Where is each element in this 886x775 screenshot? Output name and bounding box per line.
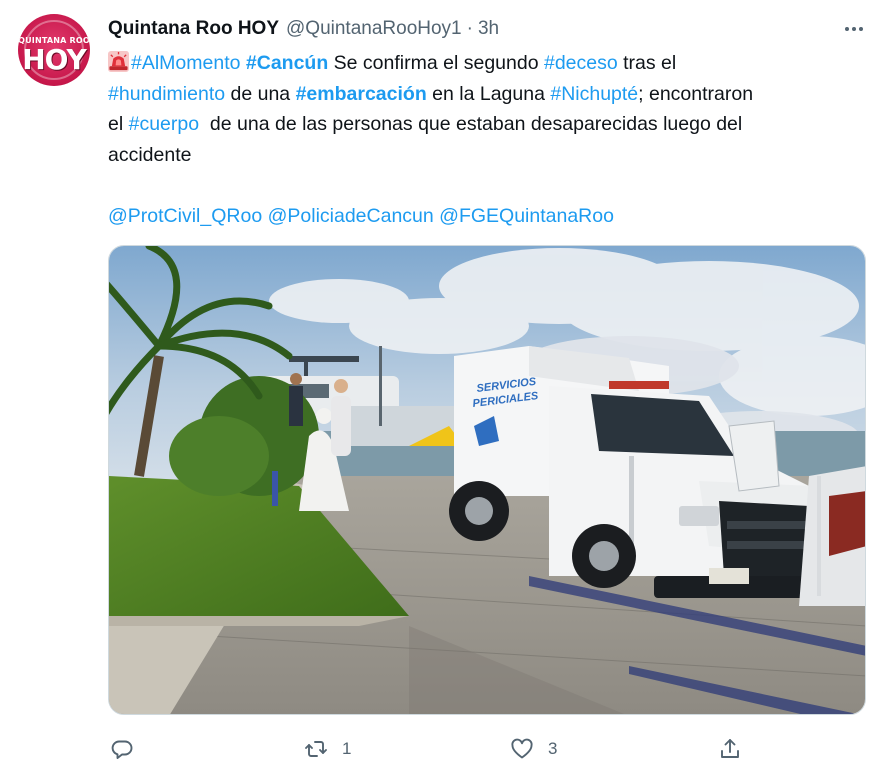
tweet-header: Quintana Roo HOY @QuintanaRooHoy1 · 3h xyxy=(108,17,499,41)
text-segment: Se confirma el segundo xyxy=(328,52,544,74)
reply-icon xyxy=(111,740,133,759)
more-dot xyxy=(852,27,856,31)
text-segment: tras el xyxy=(617,52,677,74)
separator-dot: · xyxy=(466,18,473,39)
text-segment: en la Laguna xyxy=(426,82,551,105)
text-segment: de una xyxy=(225,82,296,105)
text-line-3: el #cuerpo de una de las personas que es… xyxy=(108,109,878,140)
more-dot xyxy=(845,27,849,31)
tweet-photo[interactable]: SERVICIOS PERICIALES xyxy=(108,245,866,715)
hashtag-link[interactable]: #Nichupté xyxy=(550,83,638,105)
avatar-big-text: HOY xyxy=(22,43,87,76)
tweet-text: #AlMomento #Cancún Se confirma el segund… xyxy=(108,48,878,231)
tweet-card: QUINTANA ROO HOY Quintana Roo HOY @Quint… xyxy=(0,0,886,775)
share-button[interactable] xyxy=(718,734,742,764)
text-line-1: #AlMomento #Cancún Se confirma el segund… xyxy=(108,48,878,79)
hashtag-link[interactable]: #AlMomento xyxy=(131,52,240,74)
retweet-count: 1 xyxy=(342,739,352,758)
text-segment: el xyxy=(108,113,129,135)
siren-emoji-icon xyxy=(108,51,129,72)
text-segment: de una de las personas que estaban desap… xyxy=(199,113,743,135)
hashtag-link[interactable]: #cuerpo xyxy=(129,113,199,135)
more-icon[interactable] xyxy=(838,16,870,42)
display-name[interactable]: Quintana Roo HOY xyxy=(108,18,279,40)
hashtag-link[interactable]: #deceso xyxy=(544,52,618,74)
mention-link[interactable]: @FGEQuintanaRoo xyxy=(439,205,614,227)
mentions-line: @ProtCivil_QRoo @PoliciadeCancun @FGEQui… xyxy=(108,201,878,232)
text-segment: ; encontraron xyxy=(638,82,754,105)
timestamp[interactable]: 3h xyxy=(478,18,499,40)
retweet-icon xyxy=(305,741,327,757)
like-count: 3 xyxy=(548,739,558,758)
mention-link[interactable]: @ProtCivil_QRoo xyxy=(108,205,262,227)
like-icon xyxy=(511,738,533,759)
action-bar: 1 3 xyxy=(108,734,748,764)
text-line-4: accidente xyxy=(108,143,192,166)
avatar[interactable]: QUINTANA ROO HOY xyxy=(18,14,90,86)
share-icon xyxy=(721,739,739,758)
more-dot xyxy=(859,27,863,31)
like-button[interactable]: 3 xyxy=(510,734,557,764)
hashtag-link[interactable]: #embarcación xyxy=(296,83,427,105)
photo-scene: SERVICIOS PERICIALES xyxy=(109,246,865,714)
retweet-button[interactable]: 1 xyxy=(304,734,351,764)
reply-button[interactable] xyxy=(110,734,148,764)
user-handle[interactable]: @QuintanaRooHoy1 xyxy=(286,18,462,40)
mention-link[interactable]: @PoliciadeCancun xyxy=(268,205,434,227)
hashtag-link[interactable]: #hundimiento xyxy=(108,83,225,105)
hashtag-link[interactable]: #Cancún xyxy=(246,52,328,74)
text-line-2: #hundimiento de una #embarcación en la L… xyxy=(108,79,878,110)
